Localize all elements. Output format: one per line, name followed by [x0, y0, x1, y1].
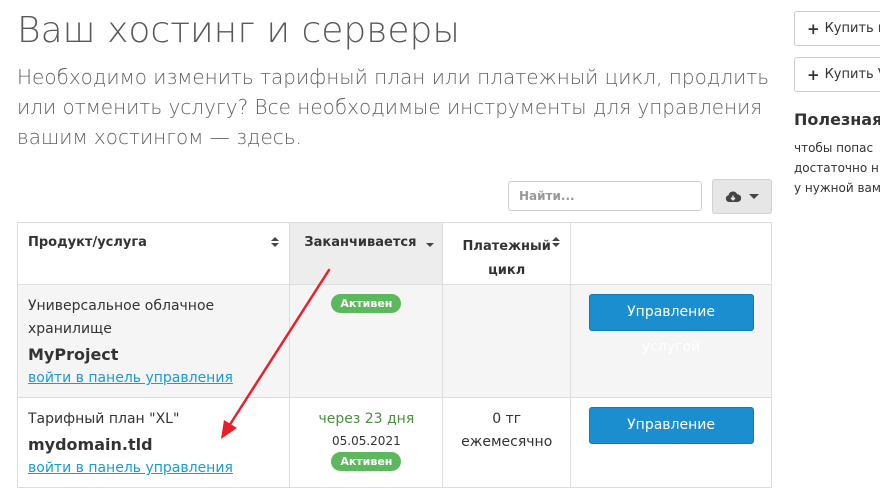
- product-cell: Универсальное облачное хранилище MyProje…: [16, 284, 291, 398]
- product-domain: mydomain.tld: [28, 435, 153, 454]
- column-header-actions: [570, 222, 772, 285]
- buy-button-1[interactable]: + Купить в: [794, 11, 880, 46]
- sort-desc-icon: [426, 243, 435, 247]
- due-date-text: 05.05.2021: [332, 434, 401, 448]
- product-group-name: Универсальное облачное хранилище: [28, 298, 215, 337]
- cloud-download-icon: [725, 190, 741, 202]
- column-header-expires[interactable]: Заканчивается: [289, 222, 444, 285]
- plus-icon: +: [807, 19, 820, 38]
- billing-cycle-cell: 0 тг ежемесячно: [442, 397, 572, 488]
- status-badge: Активен: [331, 452, 402, 471]
- table-header-row: Продукт/услуга Заканчивается Платежный ц…: [16, 222, 772, 285]
- plus-icon: +: [807, 65, 820, 84]
- control-panel-link[interactable]: войти в панель управления: [28, 369, 233, 387]
- status-badge: Активен: [331, 294, 402, 313]
- action-cell: Управление услугой: [570, 284, 772, 398]
- services-table: Продукт/услуга Заканчивается Платежный ц…: [16, 222, 772, 488]
- control-panel-link[interactable]: войти в панель управления: [28, 459, 233, 477]
- product-cell: Тарифный план "XL" mydomain.tld войти в …: [16, 397, 291, 488]
- chevron-down-icon: [749, 194, 759, 199]
- product-group-name: Тарифный план "XL": [28, 411, 180, 427]
- column-header-product[interactable]: Продукт/услуга: [16, 222, 291, 285]
- buy-button-2[interactable]: + Купить V: [794, 57, 880, 92]
- expires-cell: Активен: [289, 284, 444, 398]
- sort-icon: [271, 237, 280, 249]
- sidebar-heading: Полезная: [794, 110, 880, 129]
- column-header-billing-cycle[interactable]: Платежный цикл: [442, 222, 572, 285]
- action-cell: Управление услугой: [570, 397, 772, 488]
- cloud-download-dropdown-button[interactable]: [712, 179, 772, 214]
- page-description: Необходимо изменить тарифный план или пл…: [17, 65, 770, 149]
- due-in-text: через 23 дня: [318, 411, 415, 427]
- page-title: Ваш хостинг и серверы: [17, 10, 460, 51]
- product-domain: MyProject: [28, 345, 119, 364]
- cycle-period: ежемесячно: [461, 434, 553, 450]
- sort-icon: [552, 237, 561, 249]
- manage-service-button[interactable]: Управление услугой: [588, 294, 754, 355]
- cycle-amount: 0 тг: [492, 411, 522, 427]
- expires-cell: через 23 дня 05.05.2021 Активен: [289, 397, 444, 488]
- search-input[interactable]: [508, 181, 702, 211]
- sidebar-text: чтобы попас достаточно н у нужной вам: [794, 141, 880, 195]
- table-row[interactable]: Тарифный план "XL" mydomain.tld войти в …: [16, 397, 772, 488]
- table-row[interactable]: Универсальное облачное хранилище MyProje…: [16, 284, 772, 398]
- billing-cycle-cell: [442, 284, 572, 398]
- manage-service-button[interactable]: Управление услугой: [588, 407, 754, 468]
